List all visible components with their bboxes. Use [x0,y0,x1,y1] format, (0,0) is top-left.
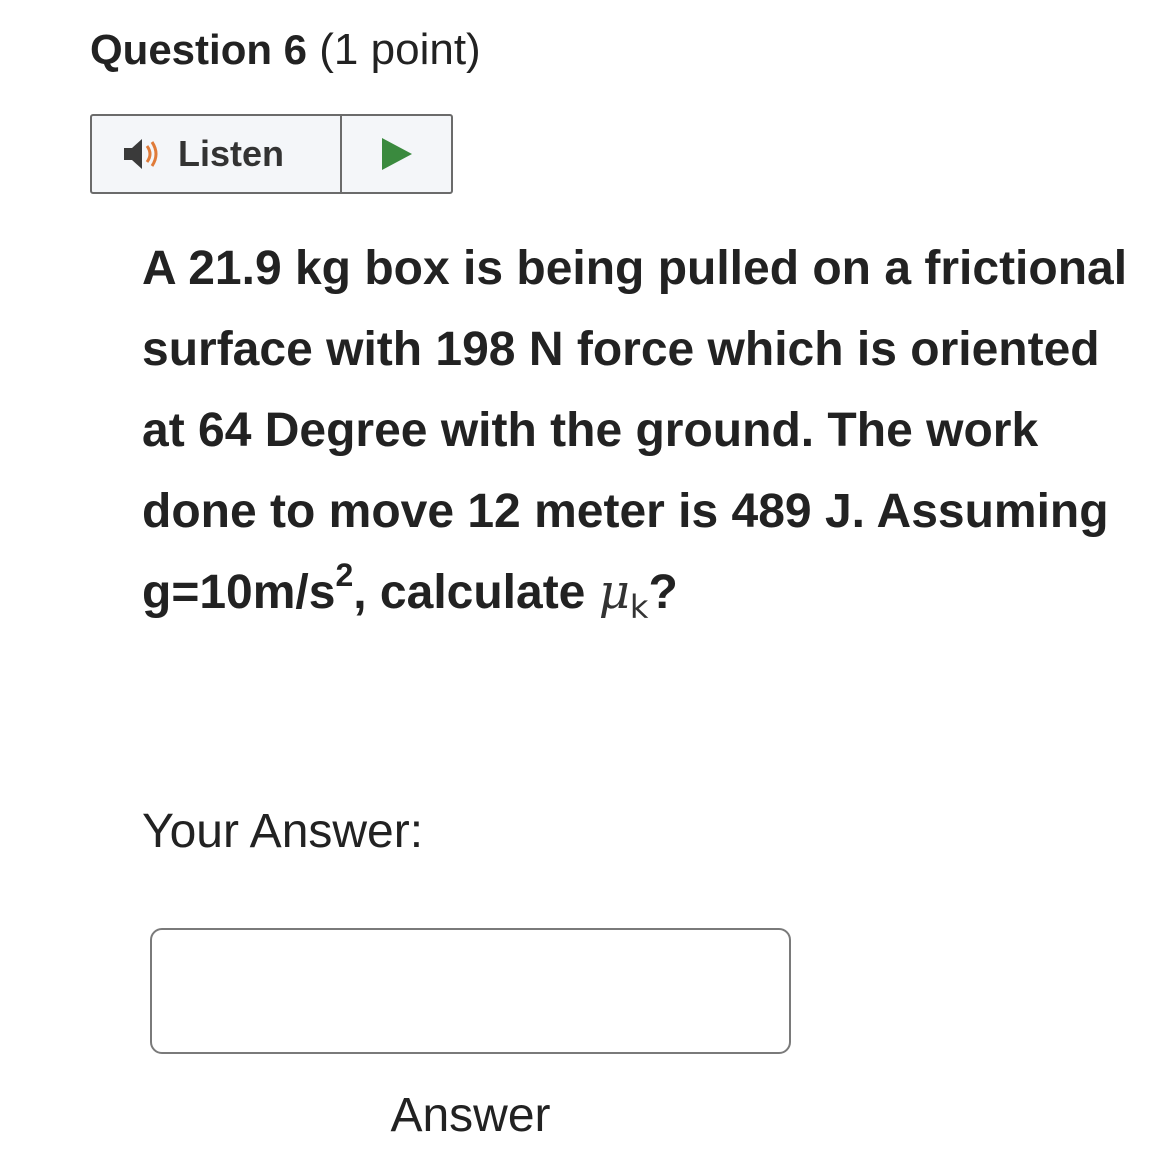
listen-button[interactable]: Listen [92,116,342,192]
speaker-icon [124,139,158,169]
question-text: A 21.9 kg box is being pulled on a frict… [142,228,1142,633]
mu-symbol: μ [598,564,630,620]
answer-input[interactable] [150,928,791,1054]
question-points: (1 point) [319,25,481,74]
mu-subscript: k [629,588,649,626]
your-answer-label: Your Answer: [142,805,424,858]
question-text-after: , calculate [353,566,599,619]
listen-widget: Listen [90,114,453,194]
question-mark: ? [648,566,678,619]
play-icon [381,138,412,170]
answer-caption: Answer [390,1089,551,1142]
exponent: 2 [335,557,354,593]
question-header: Question 6 (1 point) [90,20,481,80]
play-button[interactable] [342,116,451,192]
question-number: Question 6 [90,26,308,73]
question-text-main: A 21.9 kg box is being pulled on a frict… [142,242,1128,619]
listen-label: Listen [178,133,285,174]
